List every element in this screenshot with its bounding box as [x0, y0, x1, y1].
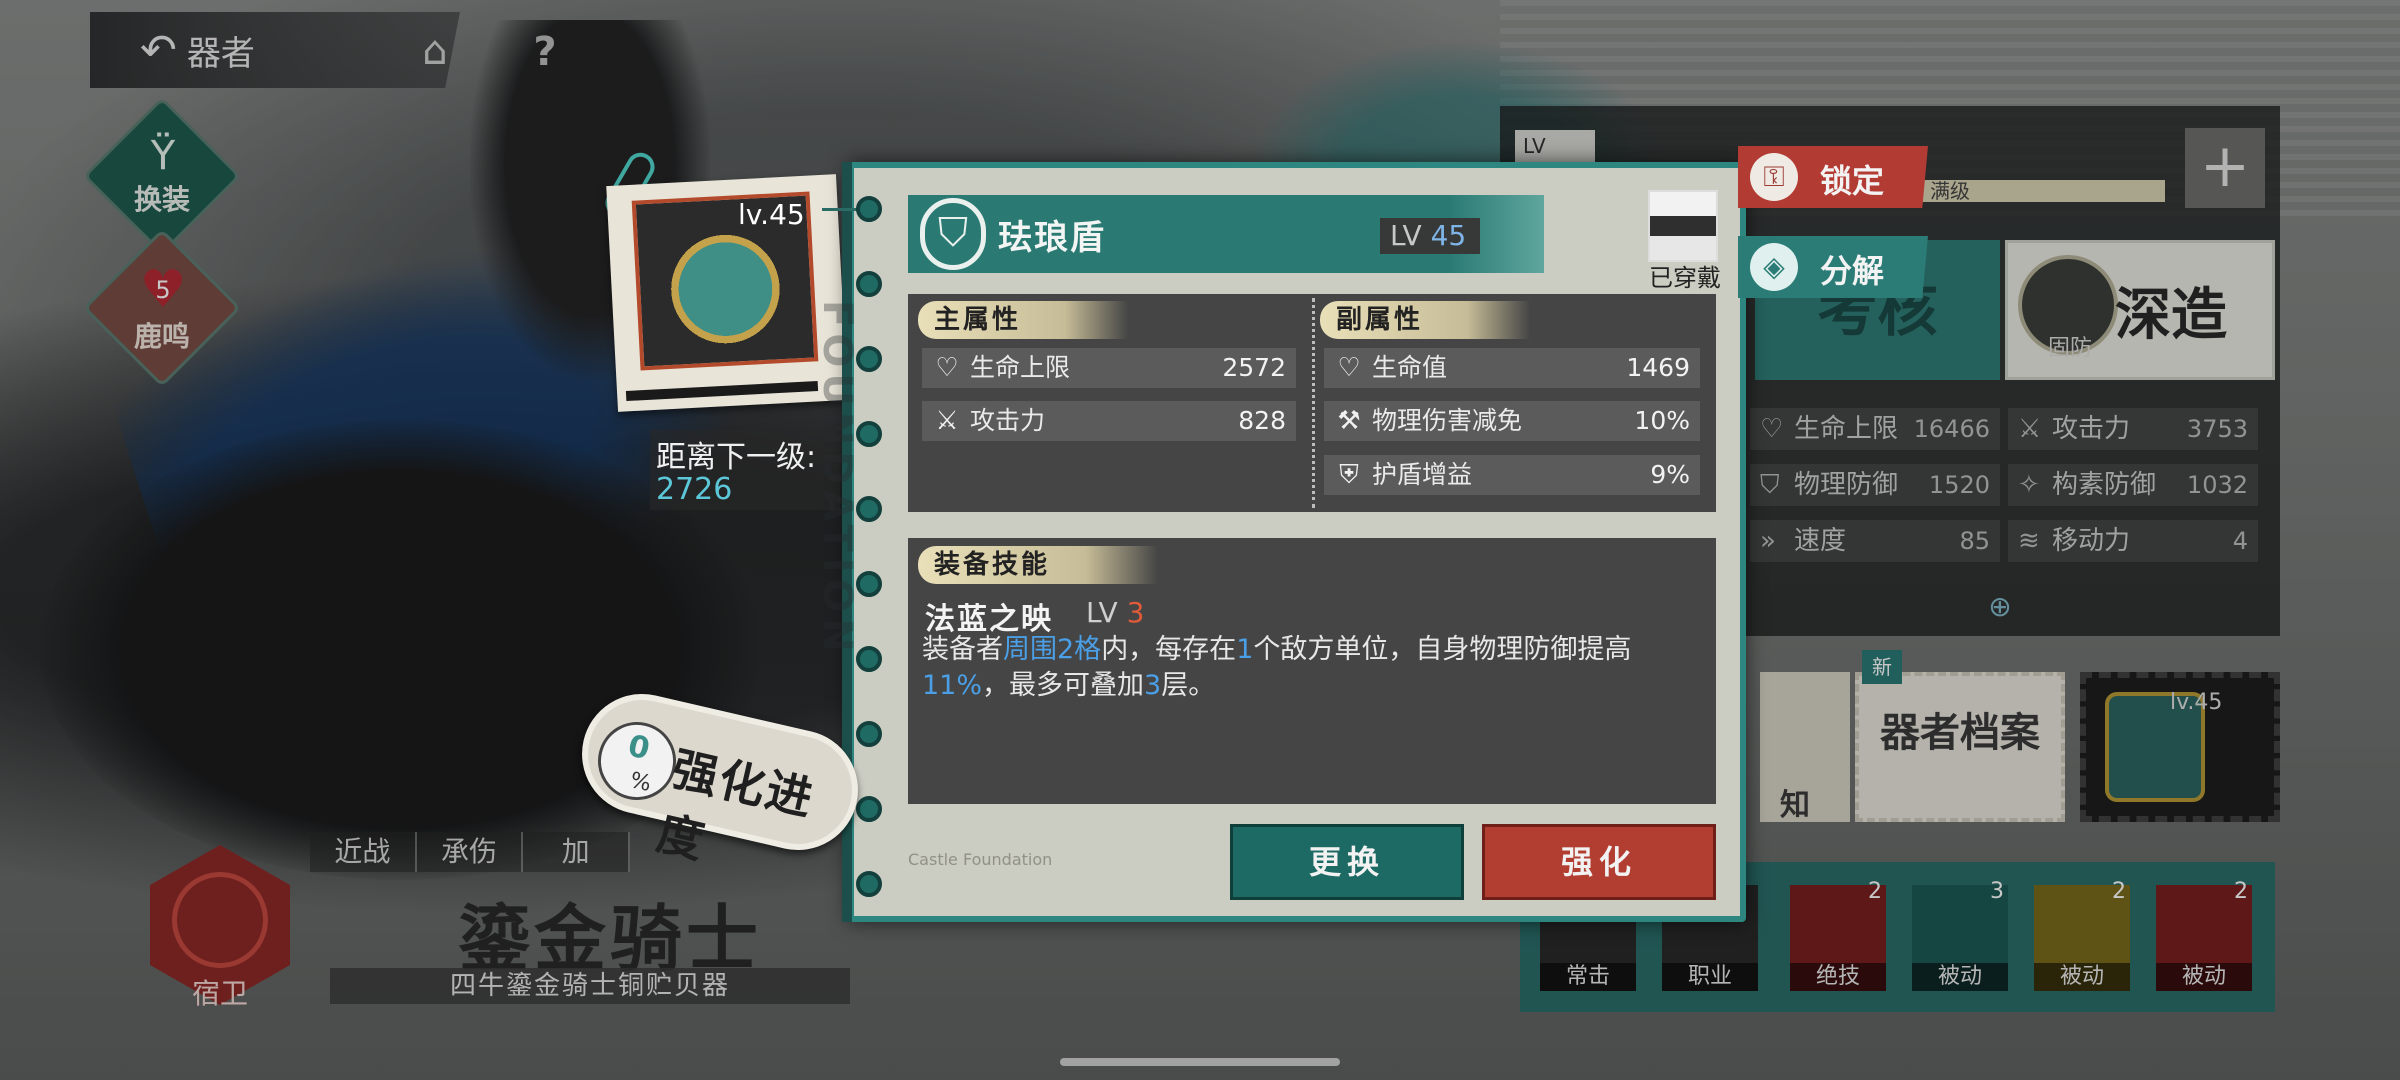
equipment-level: LV 45: [1380, 218, 1480, 254]
binder-ring: [856, 796, 882, 822]
shield-plus-icon: ⛨: [1339, 460, 1359, 490]
skill-description: 装备者周围2格内，每存在1个敌方单位，自身物理防御提高 11%，最多可叠加3层。: [922, 632, 1702, 712]
skill-name: 法蓝之映: [925, 602, 1053, 637]
binder-ring: [856, 646, 882, 672]
desc-text: 个敌方单位，自身物理防御提高: [1253, 634, 1632, 665]
binder-ring: [856, 421, 882, 447]
attr-value: 10%: [1634, 406, 1690, 435]
binder-ring: [856, 721, 882, 747]
desc-highlight: 11%: [922, 670, 983, 701]
attr-label: 生命上限: [970, 353, 1071, 382]
level-value: 45: [1430, 219, 1467, 252]
attr-label: 物理伤害减免: [1372, 406, 1523, 435]
sub-attr-row: ⛨ 护盾增益 9%: [1324, 455, 1700, 495]
binder-ring: [856, 271, 882, 297]
crossed-swords-icon: ⚔: [935, 406, 959, 436]
attr-value: 828: [1238, 406, 1286, 435]
skill-level-prefix: LV: [1086, 596, 1118, 629]
skill-level: LV 3: [1086, 596, 1166, 636]
heart-shield-icon: ♡: [935, 353, 959, 383]
desc-highlight: 3: [1144, 670, 1162, 701]
sub-attr-row: ♡ 生命值 1469: [1324, 348, 1700, 388]
enhance-button[interactable]: 强化: [1482, 824, 1716, 900]
main-attr-title: 主属性: [918, 301, 1128, 339]
wearer-avatar[interactable]: [1648, 190, 1718, 262]
main-attr-row: ⚔ 攻击力 828: [922, 401, 1296, 441]
lock-label: 锁定: [1820, 162, 1885, 200]
sword-break-icon: ⚒: [1337, 406, 1361, 436]
lock-button[interactable]: ⚿ 锁定: [1738, 146, 1928, 208]
ring-line: [822, 208, 860, 211]
binder-ring: [856, 571, 882, 597]
desc-text: 装备者: [922, 634, 1003, 665]
attr-label: 攻击力: [970, 406, 1046, 435]
footer-stamps: Castle Foundation: [908, 850, 1053, 869]
level-prefix: LV: [1390, 219, 1422, 252]
skill-title: 装备技能: [918, 546, 1158, 584]
attributes-divider: [1312, 298, 1315, 508]
main-attr-row: ♡ 生命上限 2572: [922, 348, 1296, 388]
replace-button[interactable]: 更换: [1230, 824, 1464, 900]
desc-text: 层。: [1161, 670, 1216, 701]
binder-ring: [856, 346, 882, 372]
equipped-label: 已穿戴: [1649, 264, 1721, 292]
binder-ring: [856, 871, 882, 897]
attr-value: 2572: [1222, 353, 1286, 382]
attr-label: 护盾增益: [1372, 460, 1473, 489]
dismantle-label: 分解: [1820, 252, 1885, 290]
attr-value: 1469: [1626, 353, 1690, 382]
desc-text: ，最多可叠加: [982, 670, 1145, 701]
attr-value: 9%: [1650, 460, 1690, 489]
sub-attr-row: ⚒ 物理伤害减免 10%: [1324, 401, 1700, 441]
equipment-name: 珐琅盾: [998, 218, 1106, 258]
equipment-card-lv: lv.45: [738, 198, 805, 231]
sub-attr-title: 副属性: [1320, 301, 1530, 339]
attr-label: 生命值: [1372, 353, 1448, 382]
binder-ring: [856, 196, 882, 222]
desc-text: 内，每存在: [1101, 634, 1237, 665]
skill-level-value: 3: [1126, 596, 1145, 629]
desc-highlight: 1: [1236, 634, 1254, 665]
desc-highlight: 周围2格: [1003, 634, 1102, 665]
dismantle-button[interactable]: ◈ 分解: [1738, 236, 1928, 298]
binder-ring: [856, 496, 882, 522]
lock-icon: ⚿: [1750, 153, 1798, 201]
home-indicator[interactable]: [1060, 1058, 1340, 1066]
shield-type-icon: ⛉: [920, 198, 986, 270]
heart-shield-icon: ♡: [1337, 353, 1361, 383]
dismantle-icon: ◈: [1750, 243, 1798, 291]
